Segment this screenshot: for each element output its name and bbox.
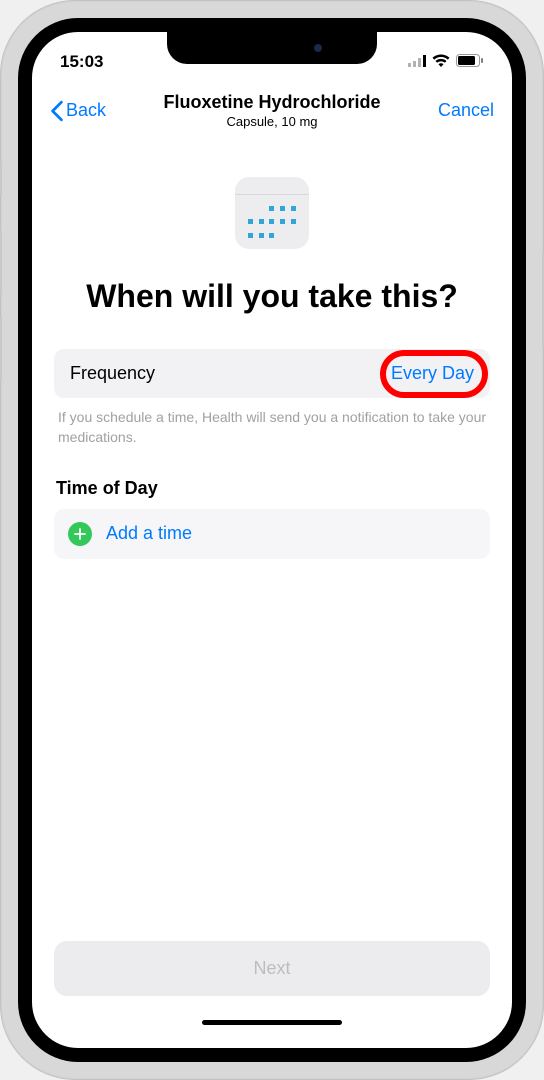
page-heading: When will you take this? — [54, 277, 490, 315]
chevron-left-icon — [50, 100, 64, 122]
back-label: Back — [66, 100, 106, 121]
plus-icon — [68, 522, 92, 546]
nav-title-group: Fluoxetine Hydrochloride Capsule, 10 mg — [140, 92, 404, 129]
phone-bezel: 15:03 Back — [18, 18, 526, 1062]
nav-bar: Back Fluoxetine Hydrochloride Capsule, 1… — [32, 80, 512, 139]
status-icons — [384, 52, 484, 72]
content: When will you take this? Frequency Every… — [32, 139, 512, 1020]
cancel-button[interactable]: Cancel — [404, 100, 494, 121]
screen: 15:03 Back — [32, 32, 512, 1048]
calendar-icon-wrap — [54, 177, 490, 249]
add-time-label: Add a time — [106, 523, 192, 544]
nav-title: Fluoxetine Hydrochloride — [140, 92, 404, 113]
battery-icon — [456, 52, 484, 72]
wifi-icon — [432, 52, 450, 72]
phone-frame: 15:03 Back — [0, 0, 544, 1080]
volume-down-button — [0, 316, 2, 382]
calendar-icon — [235, 177, 309, 249]
helper-text: If you schedule a time, Health will send… — [54, 408, 490, 447]
time-of-day-header: Time of Day — [54, 478, 490, 499]
frequency-label: Frequency — [70, 363, 155, 384]
nav-subtitle: Capsule, 10 mg — [140, 114, 404, 129]
notch — [167, 32, 377, 64]
home-indicator-area — [32, 1020, 512, 1048]
next-button[interactable]: Next — [54, 941, 490, 996]
status-time: 15:03 — [60, 52, 160, 72]
volume-up-button — [0, 230, 2, 296]
home-indicator[interactable] — [202, 1020, 342, 1025]
frequency-row[interactable]: Frequency Every Day — [54, 349, 490, 398]
frequency-value: Every Day — [391, 363, 474, 384]
silence-switch — [0, 160, 2, 196]
cellular-icon — [408, 52, 426, 72]
back-button[interactable]: Back — [50, 100, 140, 122]
add-time-button[interactable]: Add a time — [54, 509, 490, 559]
